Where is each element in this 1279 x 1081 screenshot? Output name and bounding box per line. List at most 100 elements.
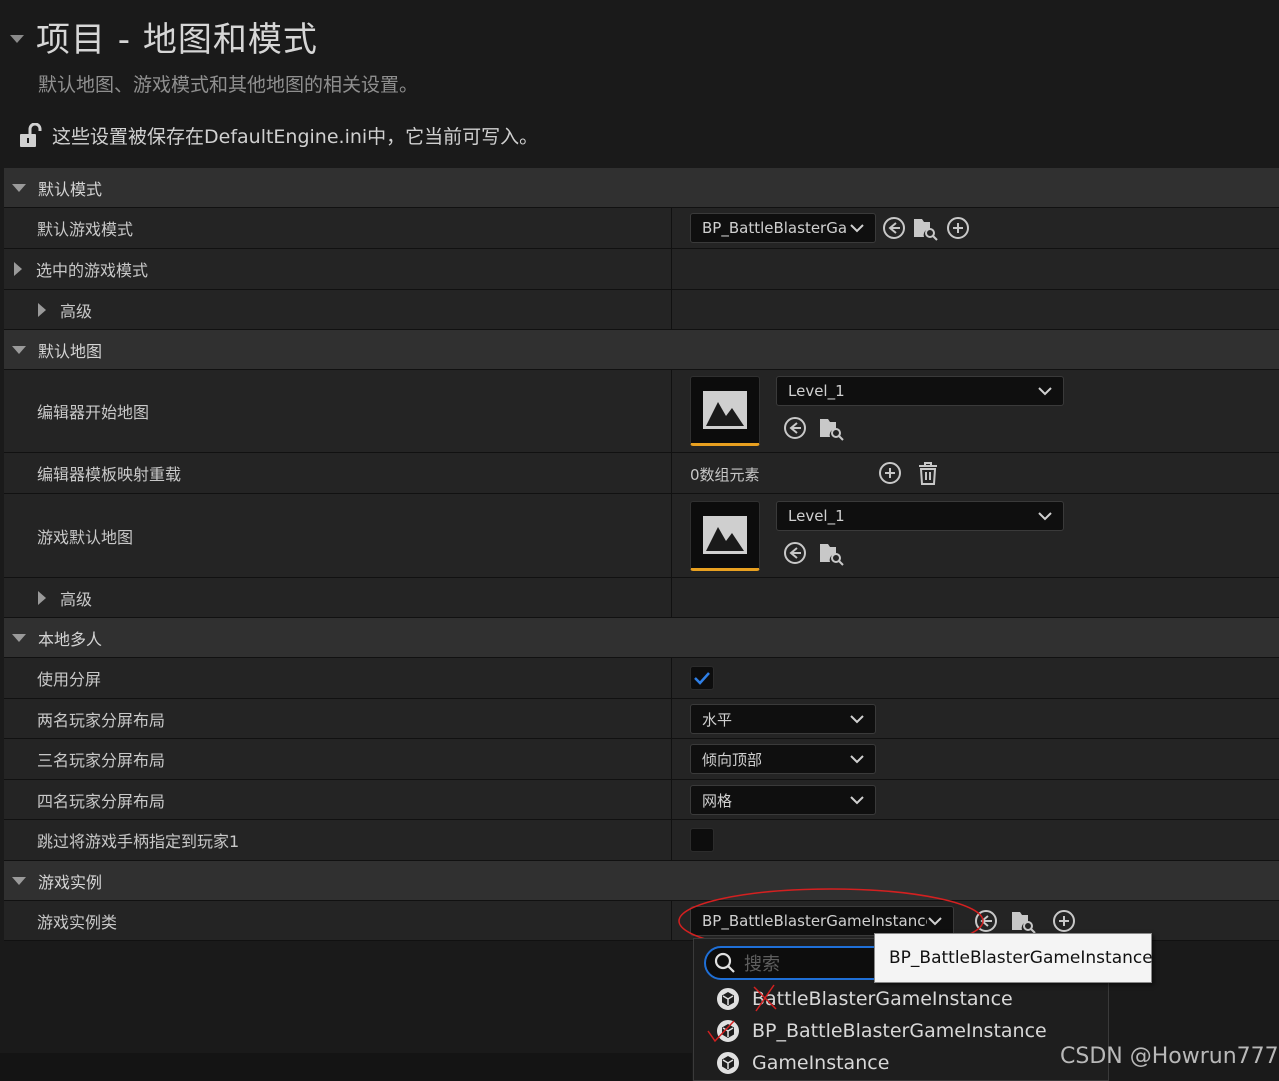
map-thumbnail[interactable]: [690, 501, 760, 571]
map-asset-icon: [703, 516, 747, 554]
search-placeholder: 搜索: [744, 954, 780, 975]
two-player-layout-combo[interactable]: 水平: [690, 704, 876, 734]
row-advanced-modes[interactable]: 高级: [4, 290, 1279, 330]
category-default-maps[interactable]: 默认地图: [4, 330, 1279, 370]
map-thumbnail[interactable]: [690, 376, 760, 446]
trash-icon[interactable]: [917, 460, 939, 486]
expand-arrow-icon[interactable]: [12, 345, 26, 354]
row-label: 三名玩家分屏布局: [4, 739, 672, 779]
expand-arrow-icon[interactable]: [12, 876, 26, 885]
browse-asset-icon[interactable]: [912, 215, 938, 241]
chevron-down-icon: [1038, 512, 1052, 521]
browse-asset-icon[interactable]: [818, 540, 844, 566]
row-value: 0数组元素: [672, 453, 1279, 493]
row-editor-startup-map: 编辑器开始地图 Level_1: [4, 370, 1279, 453]
row-label: 高级: [4, 290, 672, 329]
row-label: 两名玩家分屏布局: [4, 699, 672, 738]
combo-value: Level_1: [788, 507, 845, 525]
map-combo[interactable]: Level_1: [776, 376, 1064, 406]
map-asset-icon: [703, 391, 747, 429]
array-count: 0数组元素: [690, 466, 760, 484]
row-value: [672, 249, 1279, 289]
save-notice: 这些设置被保存在DefaultEngine.ini中，它当前可写入。: [18, 122, 538, 149]
row-label: 游戏默认地图: [4, 494, 672, 577]
bottom-bar: [0, 1053, 692, 1081]
row-value: [672, 658, 1279, 698]
red-check-annotation-icon: [707, 1020, 735, 1043]
row-value: 倾向顶部: [672, 739, 1279, 779]
collapse-caret-icon[interactable]: [10, 34, 24, 43]
chevron-down-icon: [850, 715, 864, 724]
checkmark-icon: [694, 672, 710, 685]
row-skip-gamepad: 跳过将游戏手柄指定到玩家1: [4, 820, 1279, 861]
combo-value: Level_1: [788, 382, 845, 400]
row-label: 跳过将游戏手柄指定到玩家1: [4, 820, 672, 860]
unlock-icon[interactable]: [18, 122, 42, 149]
browse-asset-icon[interactable]: [1010, 908, 1036, 934]
row-label: 四名玩家分屏布局: [4, 780, 672, 819]
row-label: 选中的游戏模式: [4, 249, 672, 289]
row-game-default-map: 游戏默认地图 Level_1: [4, 494, 1279, 578]
expand-arrow-icon[interactable]: [12, 633, 26, 642]
expand-arrow-icon[interactable]: [38, 590, 46, 605]
row-label-text: 选中的游戏模式: [36, 261, 149, 280]
row-two-player-layout: 两名玩家分屏布局 水平: [4, 699, 1279, 739]
row-label: 游戏实例类: [4, 901, 672, 940]
category-title: 默认地图: [38, 341, 103, 361]
four-player-layout-combo[interactable]: 网格: [690, 785, 876, 815]
combo-value: 水平: [702, 710, 733, 729]
category-title: 本地多人: [38, 629, 103, 649]
add-icon[interactable]: [1052, 909, 1076, 933]
use-selected-asset-icon[interactable]: [783, 416, 807, 440]
class-icon: [717, 1052, 739, 1074]
search-icon: [714, 952, 735, 973]
option-bp-battleblaster-game-instance[interactable]: BP_BattleBlasterGameInstance: [716, 1019, 1047, 1043]
map-combo[interactable]: Level_1: [776, 501, 1064, 531]
expand-arrow-icon[interactable]: [38, 302, 46, 317]
row-advanced-maps[interactable]: 高级: [4, 578, 1279, 618]
splitscreen-checkbox[interactable]: [690, 666, 714, 690]
row-editor-template-override: 编辑器模板映射重载 0数组元素: [4, 453, 1279, 494]
row-use-splitscreen: 使用分屏: [4, 658, 1279, 699]
category-title: 游戏实例: [38, 872, 103, 892]
add-icon[interactable]: [946, 216, 970, 240]
header: 项目 - 地图和模式 默认地图、游戏模式和其他地图的相关设置。 这些设置被保存在…: [0, 0, 1279, 168]
tooltip: BP_BattleBlasterGameInstance: [874, 933, 1153, 983]
three-player-layout-combo[interactable]: 倾向顶部: [690, 744, 876, 774]
combo-value: 倾向顶部: [702, 750, 763, 769]
title-row[interactable]: 项目 - 地图和模式: [10, 12, 318, 61]
row-label-text: 高级: [60, 589, 93, 609]
page-subtitle: 默认地图、游戏模式和其他地图的相关设置。: [38, 74, 419, 96]
game-mode-combo[interactable]: BP_BattleBlasterGa: [690, 213, 876, 243]
chevron-down-icon: [850, 755, 864, 764]
use-selected-asset-icon[interactable]: [882, 216, 906, 240]
expand-arrow-icon[interactable]: [12, 183, 26, 192]
row-value: Level_1: [672, 494, 1279, 577]
chevron-down-icon: [849, 219, 865, 237]
category-default-modes[interactable]: 默认模式: [4, 168, 1279, 208]
category-game-instance[interactable]: 游戏实例: [4, 861, 1279, 901]
use-selected-asset-icon[interactable]: [783, 541, 807, 565]
category-title: 默认模式: [38, 179, 103, 199]
row-value: 水平: [672, 699, 1279, 738]
combo-value: BP_BattleBlasterGa: [702, 219, 848, 237]
skip-gamepad-checkbox[interactable]: [690, 828, 714, 852]
combo-value: 网格: [702, 791, 733, 810]
option-game-instance[interactable]: GameInstance: [716, 1051, 889, 1075]
row-label: 使用分屏: [4, 658, 672, 698]
red-cross-annotation-icon: [753, 984, 777, 1012]
row-value: 网格: [672, 780, 1279, 819]
row-selected-game-mode[interactable]: 选中的游戏模式: [4, 249, 1279, 290]
category-local-multiplayer[interactable]: 本地多人: [4, 618, 1279, 658]
save-notice-text: 这些设置被保存在DefaultEngine.ini中，它当前可写入。: [52, 126, 539, 148]
add-icon[interactable]: [878, 461, 902, 485]
settings-list: 默认模式 默认游戏模式 BP_BattleBlasterGa 选中的游戏模式 高…: [4, 168, 1279, 941]
row-label-text: 高级: [60, 301, 93, 321]
row-value: Level_1: [672, 370, 1279, 452]
row-label: 编辑器开始地图: [4, 370, 672, 452]
option-label: BP_BattleBlasterGameInstance: [752, 1020, 1047, 1042]
class-icon: [717, 988, 739, 1010]
expand-arrow-icon[interactable]: [14, 262, 22, 276]
row-label: 高级: [4, 578, 672, 617]
browse-asset-icon[interactable]: [818, 415, 844, 441]
